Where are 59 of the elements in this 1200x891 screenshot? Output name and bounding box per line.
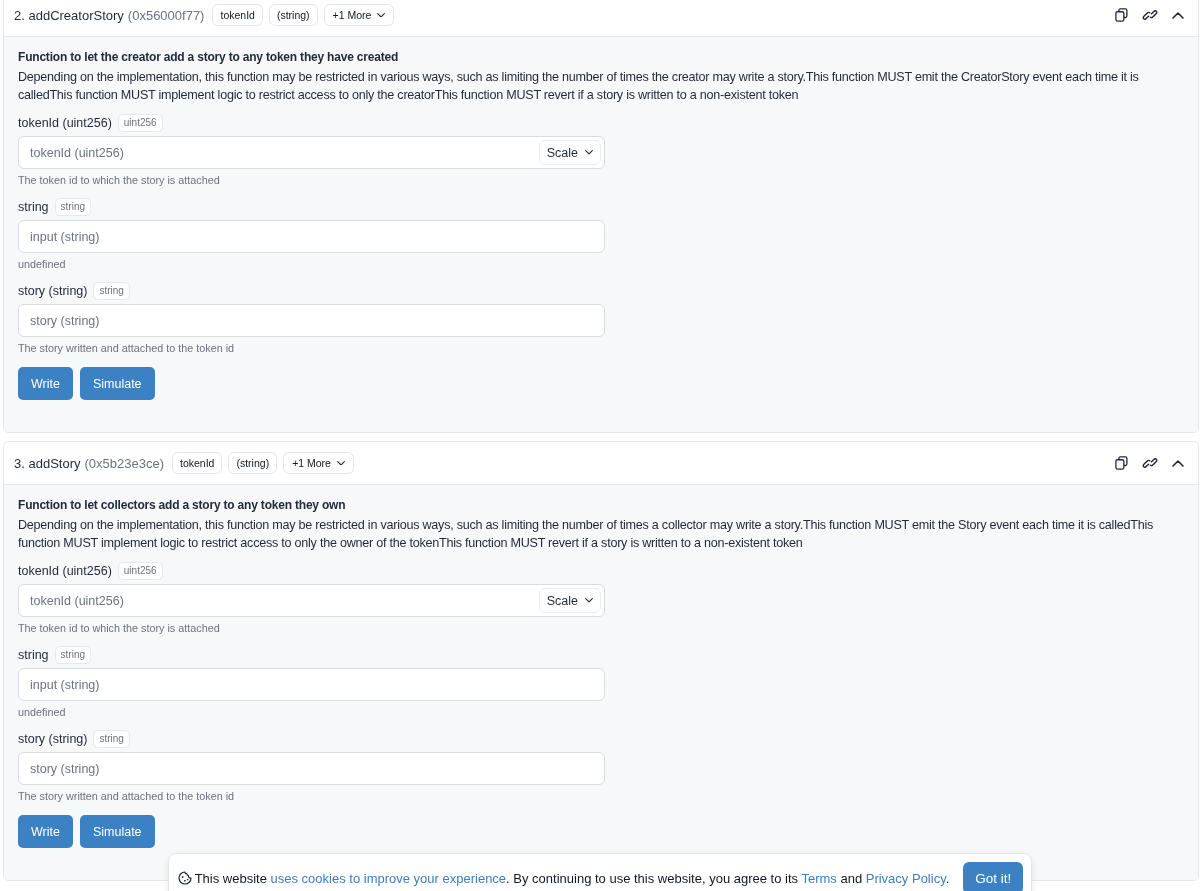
param-label: tokenId (uint256) xyxy=(18,564,112,578)
function-summary: Function to let the creator add a story to any token they have created xyxy=(18,49,400,66)
param-label: string xyxy=(18,648,49,662)
type-tag: string xyxy=(93,282,130,300)
param-tag: tokenId xyxy=(172,452,223,474)
chevron-down-icon xyxy=(585,598,593,603)
chevron-down-icon xyxy=(377,12,386,18)
param-help-text: The story written and attached to the token id xyxy=(18,341,236,355)
chevron-up-icon[interactable] xyxy=(1172,459,1184,467)
function-name: 2. addCreatorStory xyxy=(14,7,124,23)
chevron-up-icon[interactable] xyxy=(1172,11,1184,19)
param-tag: (string) xyxy=(228,452,278,474)
function-summary: Function to let collectors add a story to any token they own xyxy=(18,497,347,514)
param-tag: (string) xyxy=(268,4,318,26)
type-tag: string xyxy=(54,646,92,664)
scale-select[interactable]: Scale xyxy=(538,588,601,613)
param-label: story (string) xyxy=(18,284,88,298)
chevron-down-icon xyxy=(336,460,345,466)
text-link[interactable]: Privacy Policy xyxy=(865,870,946,886)
cookie-icon xyxy=(177,871,192,885)
simulate-button[interactable]: Simulate xyxy=(79,815,155,848)
scale-select[interactable]: Scale xyxy=(538,140,601,165)
function-selector: (0x56000f77) xyxy=(127,7,205,23)
param-help-text: The token id to which the story is attached xyxy=(18,173,221,187)
copy-icon[interactable] xyxy=(1115,456,1128,470)
accept-cookies-button[interactable]: Got it! xyxy=(963,862,1024,891)
cookie-notice-text: This website uses cookies to improve your experience. By continuing to use this website, you agree to its Terms and Privacy Policy. xyxy=(194,870,950,886)
param-label: tokenId (uint256) xyxy=(18,116,112,130)
param-label: string xyxy=(18,200,49,214)
type-tag: string xyxy=(54,198,92,216)
type-tag: uint256 xyxy=(117,562,163,580)
function-description: Depending on the implementation, this function may be restricted in various ways, such as limiting the number of times a collector may write a story.This function MUST emit the Story event each time it is calledThis function MUST implement logic to restrict access to only the owner of the tokenThis function MUST revert if a story is written to a non-existent token xyxy=(18,517,1154,552)
param-help-text: undefined xyxy=(18,705,67,719)
link-icon[interactable] xyxy=(1142,456,1158,470)
link-icon[interactable] xyxy=(1142,8,1158,22)
chevron-down-icon xyxy=(585,150,593,155)
card-header[interactable]: 3. addStory (0x5b23e3ce) tokenId (string) +1 More xyxy=(4,442,1198,485)
write-button[interactable]: Write xyxy=(18,815,73,848)
param-label: story (string) xyxy=(18,732,88,746)
simulate-button[interactable]: Simulate xyxy=(79,367,155,400)
input-field[interactable]: story (string) xyxy=(18,304,605,337)
param-help-text: The story written and attached to the token id xyxy=(18,789,236,803)
type-tag: string xyxy=(93,730,130,748)
function-selector: (0x5b23e3ce) xyxy=(84,455,164,471)
param-help-text: The token id to which the story is attached xyxy=(18,621,221,635)
more-params-button[interactable]: +1 More xyxy=(323,4,395,26)
text-link[interactable]: Terms xyxy=(801,870,837,886)
text-link[interactable]: uses cookies to improve your experience xyxy=(270,870,507,886)
function-description: Depending on the implementation, this function may be restricted in various ways, such as limiting the number of times the creator may write a story.This function MUST emit the CreatorStory event each time it is calledThis function MUST implement logic to restrict access to only the creatorThis function MUST revert if a story is written to a non-existent token xyxy=(18,69,1140,104)
copy-icon[interactable] xyxy=(1115,8,1128,22)
more-params-button[interactable]: +1 More xyxy=(283,452,354,474)
type-tag: uint256 xyxy=(117,114,163,132)
param-help-text: undefined xyxy=(18,257,67,271)
function-name: 3. addStory xyxy=(14,455,81,471)
input-field[interactable]: input (string) xyxy=(18,220,605,253)
input-field[interactable]: story (string) xyxy=(18,752,605,785)
param-tag: tokenId xyxy=(212,4,263,26)
write-button[interactable]: Write xyxy=(18,367,73,400)
input-field[interactable]: input (string) xyxy=(18,668,605,701)
